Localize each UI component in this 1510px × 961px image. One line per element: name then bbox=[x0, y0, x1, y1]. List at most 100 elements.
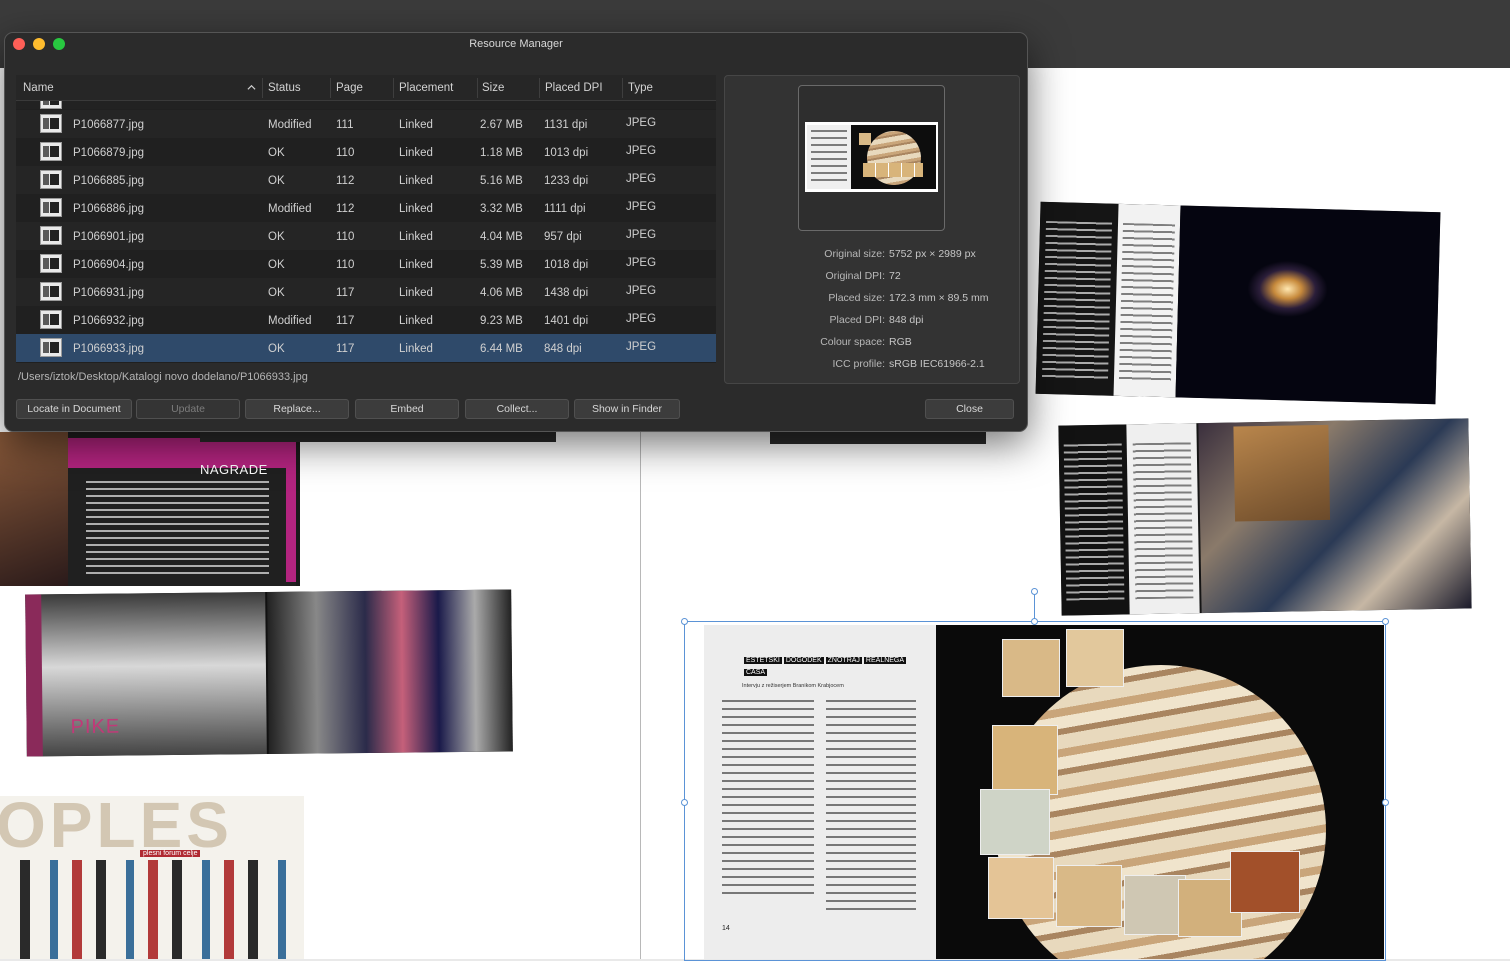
cell-page: 111 bbox=[336, 119, 354, 131]
cell-placement: Linked bbox=[399, 203, 433, 215]
table-row[interactable]: P1066901.jpg OK 110 Linked 4.04 MB 957 dpi JPE… bbox=[16, 222, 716, 250]
column-header-page[interactable]: Page bbox=[336, 82, 363, 94]
resource-thumbnail bbox=[40, 282, 62, 301]
cell-placed-dpi: 1013 dpi bbox=[544, 147, 589, 159]
cell-status: OK bbox=[268, 343, 285, 355]
cell-name: P1066933.jpg bbox=[73, 343, 144, 355]
info-value: 172.3 mm × 89.5 mm bbox=[889, 292, 989, 304]
cell-name: P1066886.jpg bbox=[73, 203, 144, 215]
cell-size: 2.67 MB bbox=[480, 119, 523, 131]
cell-name: P1066877.jpg bbox=[73, 119, 144, 131]
resource-thumbnail bbox=[40, 170, 62, 189]
cell-page: 112 bbox=[336, 175, 355, 187]
pike-spread-image[interactable]: PIKE bbox=[25, 589, 513, 757]
preview-thumbnail-frame bbox=[798, 85, 945, 231]
cell-placed-dpi: 1111 dpi bbox=[544, 203, 586, 215]
dialog-title: Resource Manager bbox=[469, 38, 563, 50]
info-row: Colour space: RGB bbox=[725, 336, 1021, 352]
cell-placed-dpi: 1401 dpi bbox=[544, 315, 589, 327]
preview-thumbnail bbox=[805, 122, 938, 192]
cell-page: 110 bbox=[336, 259, 355, 271]
cell-name: P1066932.jpg bbox=[73, 315, 144, 327]
column-header-type[interactable]: Type bbox=[628, 82, 653, 94]
cell-status: OK bbox=[268, 259, 285, 271]
info-row: Placed DPI: 848 dpi bbox=[725, 314, 1021, 330]
close-button[interactable]: Close bbox=[925, 399, 1014, 419]
cell-placement: Linked bbox=[399, 175, 433, 187]
info-row: Original DPI: 72 bbox=[725, 270, 1021, 286]
info-label: Placed size: bbox=[828, 292, 885, 304]
table-row[interactable]: P1066904.jpg OK 110 Linked 5.39 MB 1018 dpi JP… bbox=[16, 250, 716, 278]
cell-placement: Linked bbox=[399, 343, 433, 355]
selection-handle-right[interactable] bbox=[1382, 799, 1389, 806]
locate-in-document-button[interactable]: Locate in Document bbox=[16, 399, 132, 419]
update-button[interactable]: Update bbox=[136, 399, 240, 419]
info-row: Original size: 5752 px × 2989 px bbox=[725, 248, 1021, 264]
cell-placed-dpi: 1438 dpi bbox=[544, 287, 589, 299]
table-row[interactable]: P1066886.jpg Modified 112 Linked 3.32 MB 1111… bbox=[16, 194, 716, 222]
table-row-partial[interactable] bbox=[16, 101, 716, 109]
cell-page: 110 bbox=[336, 231, 355, 243]
resource-thumbnail bbox=[40, 114, 62, 133]
cell-size: 5.16 MB bbox=[480, 175, 523, 187]
table-row[interactable]: P1066931.jpg OK 117 Linked 4.06 MB 1438 dpi JP… bbox=[16, 278, 716, 306]
dialog-titlebar[interactable]: Resource Manager bbox=[5, 33, 1027, 57]
table-row[interactable]: P1066885.jpg OK 112 Linked 5.16 MB 1233 dpi JP… bbox=[16, 166, 716, 194]
show-in-finder-button[interactable]: Show in Finder bbox=[574, 399, 680, 419]
replace-button[interactable]: Replace... bbox=[245, 399, 349, 419]
cell-placement: Linked bbox=[399, 119, 433, 131]
cell-placed-dpi: 957 dpi bbox=[544, 231, 582, 243]
column-header-status[interactable]: Status bbox=[268, 82, 301, 94]
info-label: ICC profile: bbox=[832, 358, 885, 370]
info-value: 848 dpi bbox=[889, 314, 924, 326]
ples-spread-image[interactable]: OPLES plesni forum celje bbox=[0, 796, 304, 959]
partial-image-strip-right bbox=[770, 432, 986, 444]
nebula-spread-image[interactable] bbox=[1058, 418, 1472, 616]
cell-type: JPEG bbox=[626, 201, 657, 213]
cell-placement: Linked bbox=[399, 259, 433, 271]
cell-status: OK bbox=[268, 175, 285, 187]
selection-handle-top-right[interactable] bbox=[1382, 618, 1389, 625]
column-header-placed-dpi[interactable]: Placed DPI bbox=[545, 82, 603, 94]
cell-name: P1066885.jpg bbox=[73, 175, 144, 187]
selection-frame[interactable] bbox=[684, 621, 1386, 961]
pike-title: PIKE bbox=[70, 715, 121, 739]
galaxy-spread-image[interactable] bbox=[1035, 201, 1441, 405]
embed-button[interactable]: Embed bbox=[355, 399, 459, 419]
resource-thumbnail bbox=[40, 142, 62, 161]
selection-handle-top-center[interactable] bbox=[1031, 618, 1038, 625]
cell-type: JPEG bbox=[626, 257, 657, 269]
resource-list[interactable]: Name Status Page Placement Size Placed D… bbox=[16, 75, 716, 363]
resource-thumbnail bbox=[40, 310, 62, 329]
column-header-size[interactable]: Size bbox=[482, 82, 504, 94]
cell-size: 9.23 MB bbox=[480, 315, 523, 327]
selection-handle-top-left[interactable] bbox=[681, 618, 688, 625]
resource-thumbnail bbox=[40, 198, 62, 217]
table-row-selected[interactable]: P1066933.jpg OK 117 Linked 6.44 MB 848 dpi JPE… bbox=[16, 334, 716, 362]
table-row[interactable]: P1066877.jpg Modified 111 Linked 2.67 MB 1131… bbox=[16, 110, 716, 138]
cell-page: 117 bbox=[336, 287, 355, 299]
info-value: 72 bbox=[889, 270, 901, 282]
rotation-handle-stem bbox=[1034, 595, 1035, 619]
resource-thumbnail bbox=[40, 254, 62, 273]
column-header-placement[interactable]: Placement bbox=[399, 82, 453, 94]
collect-button[interactable]: Collect... bbox=[465, 399, 569, 419]
cell-status: Modified bbox=[268, 315, 312, 327]
cell-type: JPEG bbox=[626, 229, 657, 241]
file-path: /Users/iztok/Desktop/Katalogi novo dodel… bbox=[18, 371, 308, 383]
info-label: Original size: bbox=[824, 248, 885, 260]
cell-placed-dpi: 1018 dpi bbox=[544, 259, 589, 271]
cell-type: JPEG bbox=[626, 313, 657, 325]
cell-size: 6.44 MB bbox=[480, 343, 523, 355]
sort-ascending-icon[interactable] bbox=[247, 83, 256, 92]
ples-subtitle: plesni forum celje bbox=[140, 850, 201, 857]
table-row[interactable]: P1066932.jpg Modified 117 Linked 9.23 MB 1401… bbox=[16, 306, 716, 334]
column-header-name[interactable]: Name bbox=[23, 82, 54, 94]
table-row[interactable]: P1066879.jpg OK 110 Linked 1.18 MB 1013 dpi JP… bbox=[16, 138, 716, 166]
info-label: Placed DPI: bbox=[829, 314, 885, 326]
nagrade-spread-image[interactable]: NAGRADE bbox=[0, 432, 300, 586]
cell-status: OK bbox=[268, 231, 285, 243]
rotation-handle[interactable] bbox=[1031, 588, 1038, 595]
info-row: Placed size: 172.3 mm × 89.5 mm bbox=[725, 292, 1021, 308]
selection-handle-left[interactable] bbox=[681, 799, 688, 806]
